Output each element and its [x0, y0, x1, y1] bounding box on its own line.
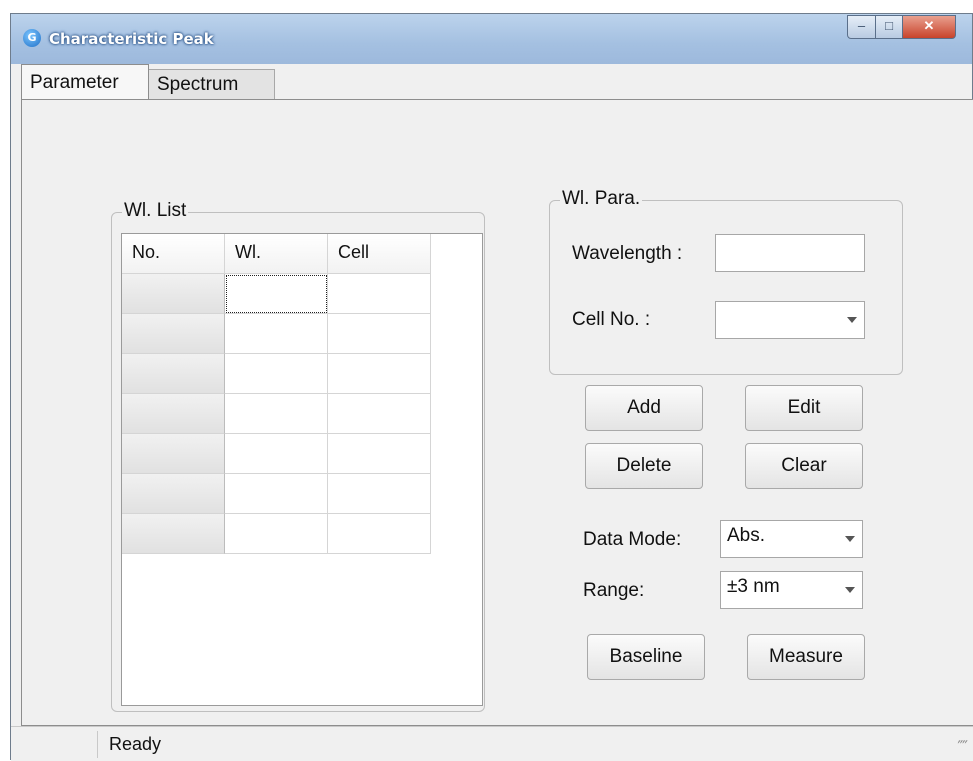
- minimize-button[interactable]: –: [847, 15, 876, 39]
- wl-list-title: Wl. List: [122, 200, 189, 222]
- wavelength-table[interactable]: No. Wl. Cell: [121, 233, 483, 706]
- delete-button[interactable]: Delete: [585, 443, 703, 489]
- row-header[interactable]: [122, 394, 225, 434]
- row-header[interactable]: [122, 474, 225, 514]
- chevron-down-icon: [847, 317, 857, 323]
- wl-para-title: Wl. Para.: [560, 188, 643, 210]
- status-text: Ready: [109, 734, 162, 754]
- data-mode-label: Data Mode:: [583, 529, 682, 550]
- column-header-no[interactable]: No.: [122, 234, 225, 274]
- window-title: Characteristic Peak: [49, 30, 214, 48]
- characteristic-peak-window: G Characteristic Peak – □ ✕ Parameter Sp…: [10, 13, 973, 761]
- table-cell-wl[interactable]: [225, 354, 328, 394]
- wl-para-group: Wl. Para.: [549, 188, 903, 375]
- row-header[interactable]: [122, 274, 225, 314]
- row-header[interactable]: [122, 314, 225, 354]
- chevron-down-icon: [845, 587, 855, 593]
- row-header[interactable]: [122, 514, 225, 554]
- table-cell-cell[interactable]: [328, 514, 431, 554]
- measure-button[interactable]: Measure: [747, 634, 865, 680]
- minimize-icon: –: [857, 18, 866, 33]
- title-bar[interactable]: G Characteristic Peak – □ ✕: [11, 14, 972, 64]
- table-cell-cell[interactable]: [328, 394, 431, 434]
- wavelength-label: Wavelength :: [572, 243, 683, 264]
- range-value: ±3 nm: [727, 576, 780, 597]
- range-select[interactable]: ±3 nm: [720, 571, 863, 609]
- cell-no-select[interactable]: [715, 301, 865, 339]
- table-cell-wl[interactable]: [225, 514, 328, 554]
- data-mode-select[interactable]: Abs.: [720, 520, 863, 558]
- clear-button[interactable]: Clear: [745, 443, 863, 489]
- maximize-icon: □: [885, 18, 893, 33]
- table-cell-cell[interactable]: [328, 474, 431, 514]
- row-header[interactable]: [122, 354, 225, 394]
- close-icon: ✕: [923, 18, 935, 33]
- table-cell-wl[interactable]: [225, 314, 328, 354]
- range-label: Range:: [583, 580, 645, 601]
- table-cell-cell[interactable]: [328, 354, 431, 394]
- row-header[interactable]: [122, 434, 225, 474]
- edit-button[interactable]: Edit: [745, 385, 863, 431]
- table-cell-wl[interactable]: [225, 394, 328, 434]
- column-header-cell[interactable]: Cell: [328, 234, 431, 274]
- table-cell-cell[interactable]: [328, 314, 431, 354]
- tab-parameter[interactable]: Parameter: [21, 64, 149, 100]
- baseline-button[interactable]: Baseline: [587, 634, 705, 680]
- data-mode-value: Abs.: [727, 525, 766, 546]
- status-divider: [97, 731, 98, 758]
- status-bar: Ready ⁗: [11, 726, 973, 761]
- app-logo-icon: G: [23, 29, 41, 47]
- table-cell-wl[interactable]: [225, 434, 328, 474]
- resize-grip-icon[interactable]: ⁗: [957, 737, 968, 757]
- wavelength-input[interactable]: [715, 234, 865, 272]
- tab-spectrum[interactable]: Spectrum: [149, 69, 275, 100]
- close-button[interactable]: ✕: [902, 15, 956, 39]
- chevron-down-icon: [845, 536, 855, 542]
- maximize-button[interactable]: □: [875, 15, 903, 39]
- add-button[interactable]: Add: [585, 385, 703, 431]
- table-cell-cell[interactable]: [328, 274, 431, 314]
- table-cell-wl[interactable]: [225, 274, 328, 314]
- cell-no-label: Cell No. :: [572, 309, 651, 330]
- table-cell-cell[interactable]: [328, 434, 431, 474]
- column-header-wl[interactable]: Wl.: [225, 234, 328, 274]
- table-cell-wl[interactable]: [225, 474, 328, 514]
